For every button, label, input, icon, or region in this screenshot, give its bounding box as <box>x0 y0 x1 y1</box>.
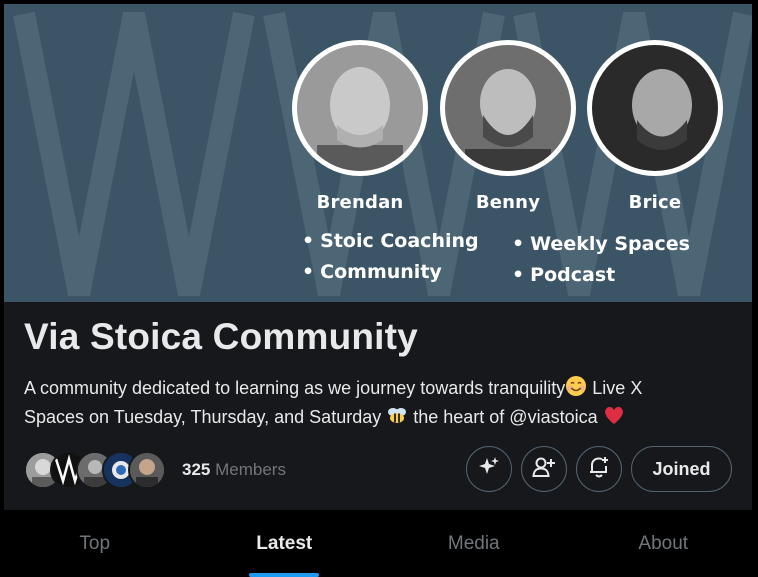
bell-plus-icon <box>588 455 610 484</box>
host-avatar <box>292 40 428 176</box>
red-heart-icon <box>603 404 625 433</box>
bee-icon <box>386 404 408 433</box>
host-avatar <box>587 40 723 176</box>
host-photo <box>445 45 571 171</box>
joined-button[interactable]: Joined <box>631 446 732 492</box>
community-header-card: Brendan Benny Brice • Stoic Coaching • C… <box>4 4 752 510</box>
invite-member-button[interactable] <box>521 446 567 492</box>
banner-bullets-right: Weekly Spaces Podcast <box>512 229 690 291</box>
tab-top[interactable]: Top <box>0 510 190 577</box>
tab-about[interactable]: About <box>569 510 758 577</box>
description-text: Live X <box>587 378 643 398</box>
host-name: Brendan <box>316 192 404 213</box>
host-avatar <box>440 40 576 176</box>
host-photo <box>592 45 718 171</box>
description-text: Spaces on Tuesday, Thursday, and Saturda… <box>24 407 387 427</box>
member-avatar[interactable] <box>128 451 166 489</box>
member-count-label: Members <box>215 460 286 479</box>
tab-media[interactable]: Media <box>379 510 569 577</box>
sparkle-icon <box>478 456 500 483</box>
active-tab-indicator <box>249 573 320 577</box>
host-name: Benny <box>475 192 541 213</box>
tab-label: Media <box>447 532 500 554</box>
sparkle-button[interactable] <box>466 446 512 492</box>
host-brice: Brice <box>587 40 723 213</box>
banner-bullets-left: Stoic Coaching Community <box>302 226 479 288</box>
tab-label: About <box>638 532 689 554</box>
community-title: Via Stoica Community <box>24 316 418 357</box>
host-name: Brice <box>628 192 682 213</box>
notification-settings-button[interactable] <box>576 446 622 492</box>
tab-label: Latest <box>256 532 313 554</box>
smiling-face-icon <box>565 375 587 404</box>
community-page: Brendan Benny Brice • Stoic Coaching • C… <box>0 0 758 577</box>
community-tabs: Top Latest Media About <box>0 510 758 577</box>
bullet-item: Community <box>302 257 479 288</box>
description-text: the heart of @viastoica <box>408 407 603 427</box>
members-summary[interactable]: 325 Members <box>24 450 286 490</box>
community-description: A community dedicated to learning as we … <box>24 375 724 433</box>
add-user-icon <box>532 456 556 483</box>
host-brendan: Brendan <box>292 40 428 213</box>
tab-latest[interactable]: Latest <box>190 510 380 577</box>
member-count[interactable]: 325 Members <box>182 460 286 480</box>
host-photo <box>297 45 423 171</box>
bullet-item: Weekly Spaces <box>512 229 690 260</box>
member-count-number: 325 <box>182 460 211 479</box>
description-text: A community dedicated to learning as we … <box>24 378 566 398</box>
bullet-item: Podcast <box>512 260 690 291</box>
host-benny: Benny <box>440 40 576 213</box>
community-banner: Brendan Benny Brice • Stoic Coaching • C… <box>4 4 752 302</box>
tab-label: Top <box>79 532 111 554</box>
bullet-item: Stoic Coaching <box>302 226 478 257</box>
